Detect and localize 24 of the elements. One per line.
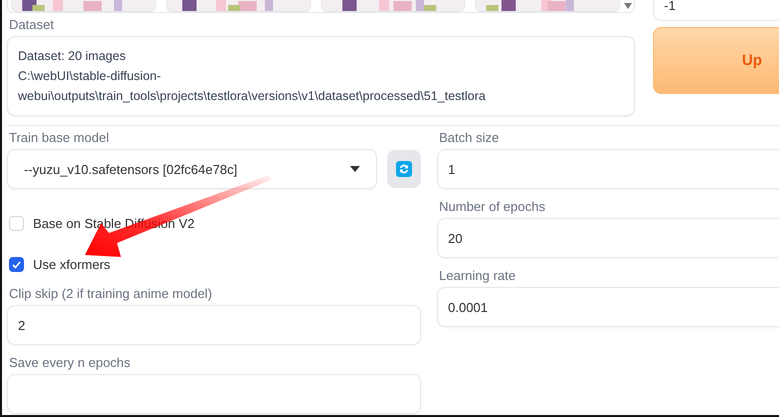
check-icon	[12, 260, 21, 268]
refresh-icon	[396, 161, 412, 177]
scroll-down-icon[interactable]	[624, 2, 632, 10]
field-label: Learning rate	[439, 268, 517, 283]
field-label: Save every n epochs	[9, 355, 132, 370]
input-field[interactable]: 2	[7, 305, 421, 345]
field-label: Batch size	[439, 130, 500, 145]
dataset-label: Dataset	[9, 17, 54, 32]
model-dropdown[interactable]: --yuzu_v10.safetensors [02fc64e78c]	[7, 149, 377, 189]
input-field[interactable]: 0.0001	[437, 287, 779, 327]
field-label: Clip skip (2 if training anime model)	[9, 286, 214, 301]
refresh-button[interactable]	[387, 150, 421, 188]
field-label: Train base model	[9, 130, 110, 145]
caret-icon	[350, 166, 360, 172]
dataset-info-line: C:\webUI\stable-diffusion-	[18, 68, 162, 85]
checkbox-label: Use xformers	[33, 257, 110, 272]
seed-field[interactable]: -1	[653, 0, 779, 21]
field-label: Number of epochs	[439, 199, 546, 214]
input-field[interactable]: 1	[437, 149, 779, 189]
input-field[interactable]	[7, 374, 421, 414]
dataset-info-line: Dataset: 20 images	[18, 48, 127, 65]
checkbox[interactable]	[9, 257, 24, 272]
input-field[interactable]: 20	[437, 218, 779, 258]
dataset-info-line: webui\outputs\train_tools\projects\testlora\versions\v1\dataset\processed\51_testlora	[18, 88, 487, 105]
